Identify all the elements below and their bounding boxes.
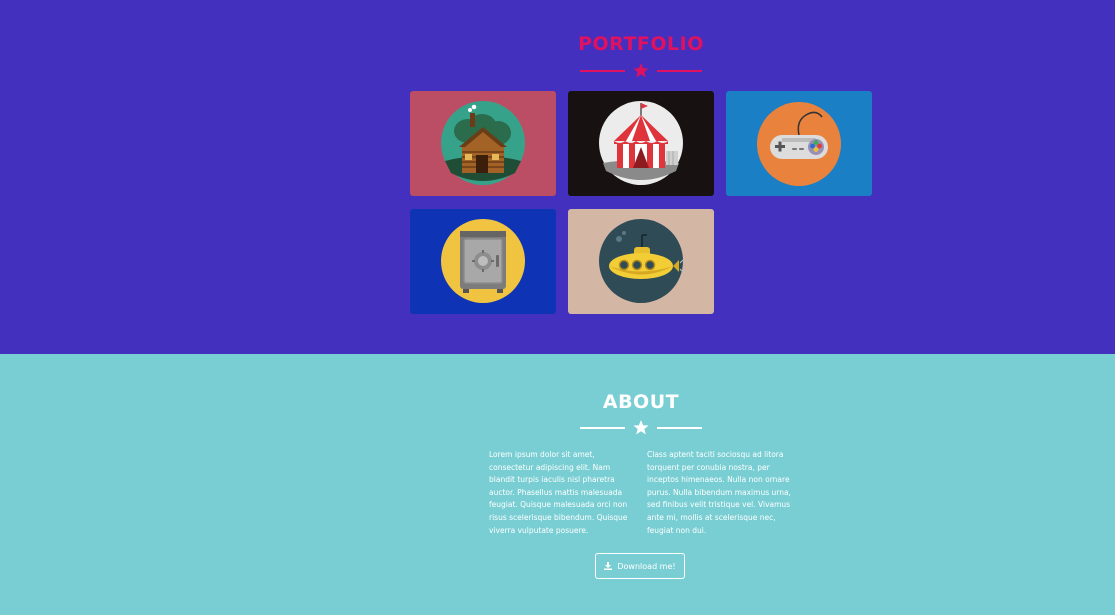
portfolio-title: PORTFOLIO <box>578 33 704 55</box>
star-divider <box>580 420 702 435</box>
about-text-right: Class aptent taciti sociosqu ad litora t… <box>647 450 791 535</box>
portfolio-item-game-controller[interactable] <box>726 91 872 196</box>
about-section: ABOUT Lorem ipsum dolor sit amet, consec… <box>0 354 1115 615</box>
portfolio-item-circus-tent[interactable] <box>568 91 714 196</box>
star-icon <box>633 420 649 435</box>
cabin-icon <box>441 101 525 185</box>
portfolio-item-cabin[interactable] <box>410 91 556 196</box>
star-icon <box>633 63 649 78</box>
portfolio-section: PORTFOLIO <box>0 0 1115 354</box>
portfolio-item-submarine[interactable] <box>568 209 714 314</box>
download-icon <box>604 562 613 570</box>
submarine-icon <box>599 219 684 303</box>
star-divider <box>580 63 702 78</box>
about-title: ABOUT <box>602 391 680 413</box>
download-button[interactable]: Download me! <box>595 553 685 579</box>
circus-tent-icon <box>599 101 683 185</box>
about-text-left: Lorem ipsum dolor sit amet, consectetur … <box>489 450 628 535</box>
safe-icon <box>441 219 525 303</box>
portfolio-item-safe[interactable] <box>410 209 556 314</box>
game-controller-icon <box>757 102 841 186</box>
download-button-label: Download me! <box>617 561 676 571</box>
